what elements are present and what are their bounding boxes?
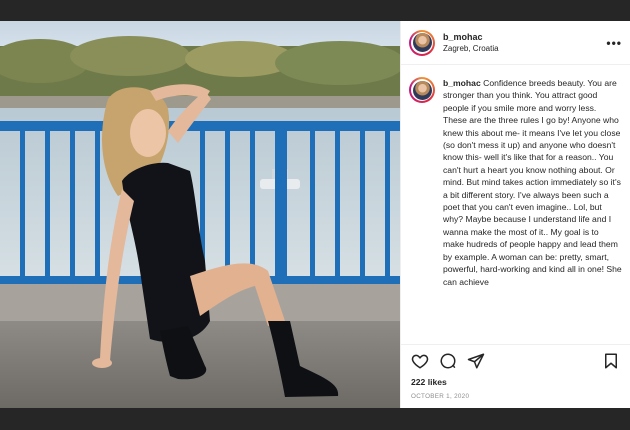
header-text: b_mohac Zagreb, Croatia bbox=[443, 32, 499, 53]
action-icons bbox=[411, 351, 620, 371]
heart-icon[interactable] bbox=[411, 352, 429, 370]
likes-count[interactable]: 222 likes bbox=[411, 377, 620, 387]
caption-avatar[interactable] bbox=[409, 77, 435, 103]
avatar-picture bbox=[412, 80, 432, 100]
post-side-panel: b_mohac Zagreb, Croatia ••• b_mohac Conf… bbox=[400, 21, 630, 408]
bookmark-icon[interactable] bbox=[602, 352, 620, 370]
caption-username[interactable]: b_mohac bbox=[443, 78, 481, 88]
avatar[interactable] bbox=[409, 29, 435, 56]
share-icon[interactable] bbox=[467, 352, 485, 370]
caption: b_mohac Confidence breeds beauty. You ar… bbox=[443, 77, 622, 335]
post-date: OCTOBER 1, 2020 bbox=[411, 393, 470, 400]
comment-icon[interactable] bbox=[439, 352, 457, 370]
caption-area: b_mohac Confidence breeds beauty. You ar… bbox=[401, 65, 630, 344]
header-username[interactable]: b_mohac bbox=[443, 32, 499, 42]
instagram-post: b_mohac Zagreb, Croatia ••• b_mohac Conf… bbox=[0, 21, 630, 408]
post-actions: 222 likes OCTOBER 1, 2020 bbox=[401, 344, 630, 408]
post-header: b_mohac Zagreb, Croatia ••• bbox=[401, 21, 630, 65]
post-photo[interactable] bbox=[0, 21, 400, 408]
caption-text: Confidence breeds beauty. You are strong… bbox=[443, 78, 622, 287]
header-location[interactable]: Zagreb, Croatia bbox=[443, 44, 499, 53]
avatar-ring-inner bbox=[411, 79, 433, 101]
avatar-ring-inner bbox=[411, 31, 433, 54]
more-options-icon[interactable]: ••• bbox=[606, 36, 622, 50]
photo-illustration bbox=[0, 21, 400, 408]
avatar-picture bbox=[412, 33, 432, 52]
